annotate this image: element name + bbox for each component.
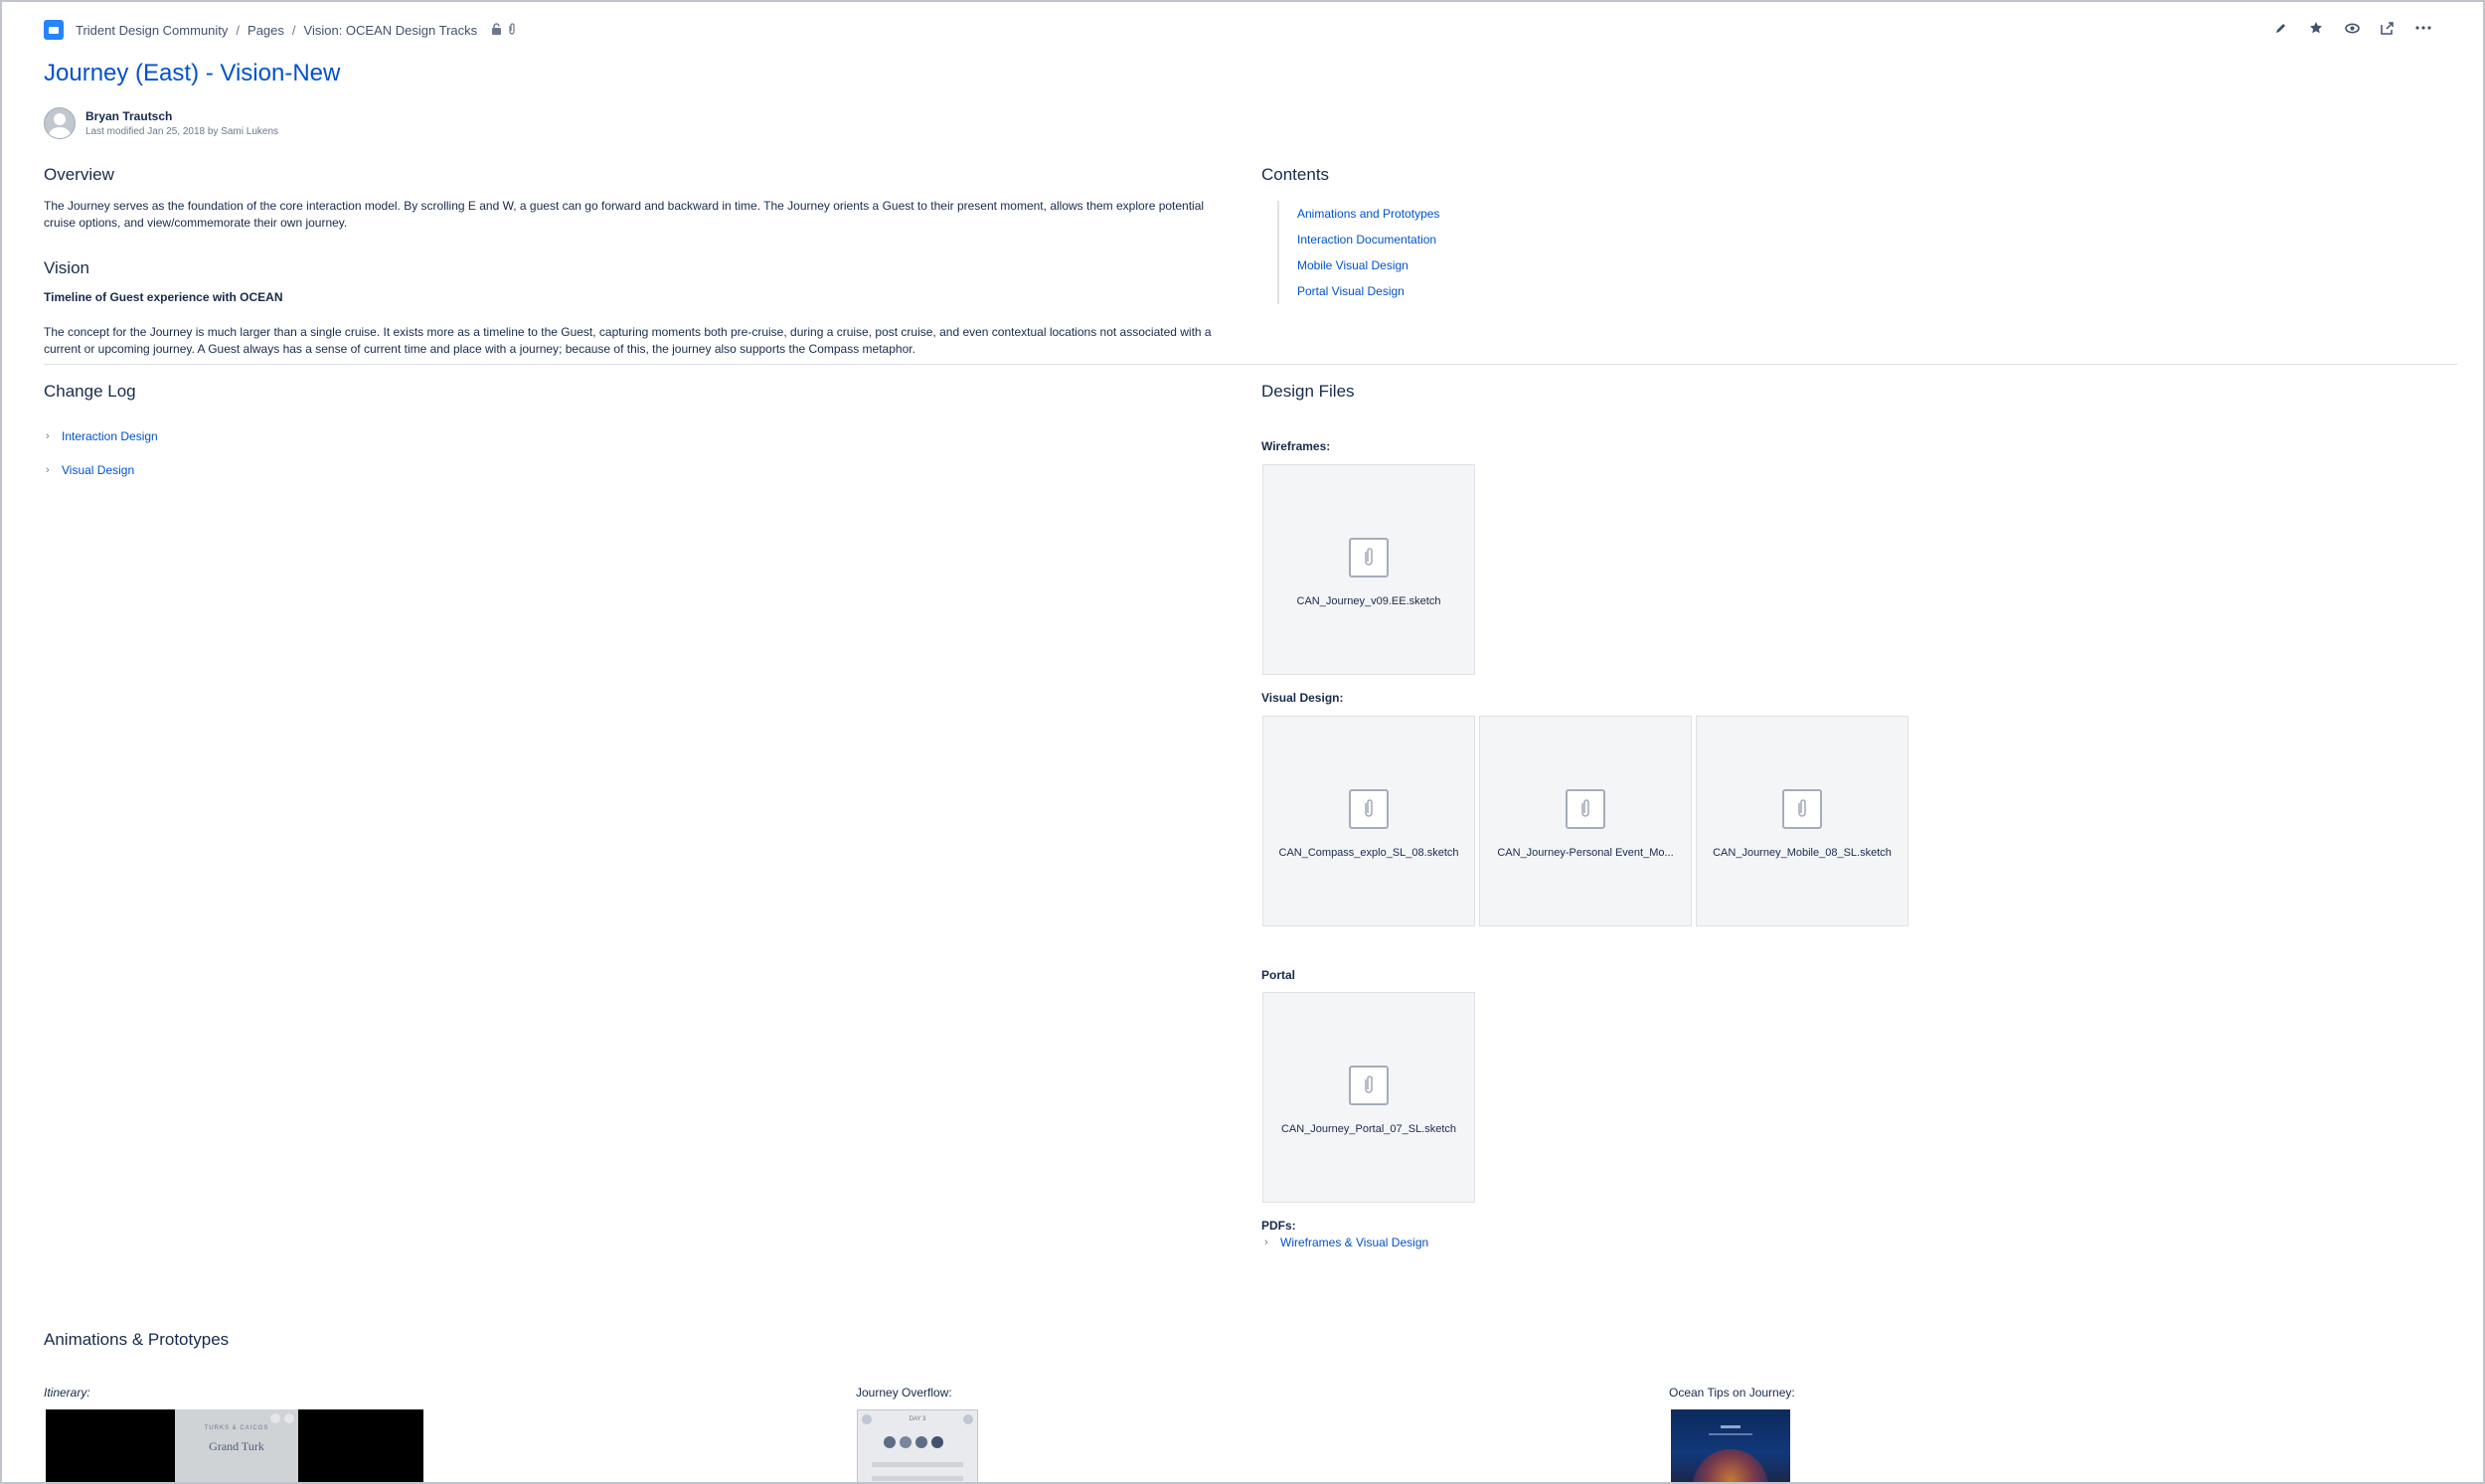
itinerary-label: Itinerary:	[44, 1386, 90, 1400]
paperclip-icon	[1349, 789, 1389, 829]
file-name: CAN_Journey_Mobile_08_SL.sketch	[1713, 847, 1892, 859]
page-title: Journey (East) - Vision-New	[44, 60, 341, 86]
expand-interaction-design[interactable]: › Interaction Design	[46, 429, 158, 443]
avatar[interactable]	[44, 107, 76, 139]
section-divider	[44, 364, 2457, 365]
tips-video-thumbnail[interactable]	[1671, 1409, 1790, 1482]
thumb-row	[872, 1462, 963, 1467]
changelog-heading: Change Log	[44, 382, 136, 401]
table-of-contents: Animations and Prototypes Interaction Do…	[1277, 201, 1439, 304]
author-name[interactable]: Bryan Trautsch	[85, 109, 278, 123]
share-icon[interactable]	[2378, 18, 2398, 38]
file-name: CAN_Journey_Portal_07_SL.sketch	[1280, 1123, 1457, 1135]
file-name: CAN_Journey_v09.EE.sketch	[1296, 595, 1441, 607]
file-tile[interactable]: CAN_Compass_explo_SL_08.sketch	[1262, 716, 1475, 926]
thumb-title: Grand Turk	[209, 1439, 264, 1453]
thumb-text	[1709, 1433, 1752, 1435]
thumb-orb	[1693, 1449, 1768, 1482]
chevron-right-icon: ›	[46, 430, 50, 442]
expand-label: Wireframes & Visual Design	[1280, 1236, 1429, 1249]
thumb-avatar	[931, 1436, 943, 1448]
paperclip-icon	[1349, 1066, 1389, 1105]
overview-text: The Journey serves as the foundation of …	[44, 199, 1205, 230]
page-actions	[2270, 18, 2433, 38]
thumb-info-icon	[284, 1413, 294, 1423]
wireframes-label: Wireframes:	[1261, 439, 1331, 453]
visual-design-label: Visual Design:	[1261, 691, 1344, 705]
breadcrumb: Trident Design Community / Pages / Visio…	[44, 18, 516, 42]
byline: Bryan Trautsch Last modified Jan 25, 201…	[44, 107, 278, 139]
thumb-close-icon	[963, 1414, 973, 1424]
thumb-text	[1721, 1425, 1740, 1428]
paperclip-icon	[1566, 789, 1605, 829]
contents-heading: Contents	[1261, 165, 1330, 184]
itinerary-video-thumbnail[interactable]: TURKS & CAICOS Grand Turk	[46, 1409, 423, 1482]
vision-text: The concept for the Journey is much larg…	[44, 325, 1212, 356]
last-modified: Last modified Jan 25, 2018 by Sami Luken…	[85, 126, 279, 137]
chevron-right-icon: ›	[1264, 1237, 1268, 1248]
expand-visual-design[interactable]: › Visual Design	[46, 463, 134, 477]
thumb-avatar	[915, 1436, 927, 1448]
thumb-row	[872, 1476, 963, 1481]
tips-label: Ocean Tips on Journey:	[1669, 1386, 1795, 1400]
vision-heading: Vision	[44, 258, 89, 277]
animations-heading: Animations & Prototypes	[44, 1330, 230, 1349]
file-name: CAN_Compass_explo_SL_08.sketch	[1278, 847, 1459, 859]
breadcrumb-separator: /	[236, 22, 241, 38]
thumb-avatar	[884, 1436, 896, 1448]
file-tile[interactable]: CAN_Journey-Personal Event_Mo...	[1479, 716, 1692, 926]
file-tile[interactable]: CAN_Journey_v09.EE.sketch	[1262, 464, 1475, 675]
expand-label: Visual Design	[62, 463, 135, 477]
design-files-heading: Design Files	[1261, 382, 1355, 401]
attachment-icon[interactable]	[508, 22, 516, 38]
file-tile[interactable]: CAN_Journey_Mobile_08_SL.sketch	[1696, 716, 1908, 926]
chevron-right-icon: ›	[46, 464, 50, 476]
watch-icon[interactable]	[2342, 18, 2362, 38]
breadcrumb-pages[interactable]: Pages	[248, 23, 284, 38]
overflow-label: Journey Overflow:	[856, 1386, 952, 1400]
edit-icon[interactable]	[2270, 18, 2290, 38]
thumb-caption: TURKS & CAICOS	[204, 1425, 269, 1431]
expand-label: Interaction Design	[62, 429, 158, 443]
thumb-caption: DAY 3	[909, 1416, 926, 1422]
toc-item-portal[interactable]: Portal Visual Design	[1297, 278, 1439, 304]
restriction-icon[interactable]	[491, 22, 502, 38]
toc-item-animations[interactable]: Animations and Prototypes	[1297, 201, 1439, 227]
paperclip-icon	[1349, 538, 1389, 577]
thumb-close-icon	[862, 1414, 872, 1424]
video-frame: TURKS & CAICOS Grand Turk	[175, 1409, 298, 1482]
portal-label: Portal	[1261, 968, 1296, 982]
thumb-close-icon	[270, 1413, 280, 1423]
confluence-page: Trident Design Community / Pages / Visio…	[0, 0, 2485, 1484]
overview-heading: Overview	[44, 165, 114, 184]
star-icon[interactable]	[2306, 18, 2326, 38]
space-logo-icon[interactable]	[44, 20, 64, 40]
thumb-avatar	[900, 1436, 911, 1448]
pdfs-label: PDFs:	[1261, 1219, 1296, 1233]
file-tile[interactable]: CAN_Journey_Portal_07_SL.sketch	[1262, 992, 1475, 1203]
more-icon[interactable]	[2413, 18, 2433, 38]
breadcrumb-space[interactable]: Trident Design Community	[76, 23, 228, 38]
toc-item-mobile[interactable]: Mobile Visual Design	[1297, 252, 1439, 278]
breadcrumb-separator: /	[291, 22, 296, 38]
vision-subheading: Timeline of Guest experience with OCEAN	[44, 290, 283, 304]
toc-item-interaction[interactable]: Interaction Documentation	[1297, 227, 1439, 252]
expand-pdf-wireframes[interactable]: › Wireframes & Visual Design	[1264, 1236, 1428, 1249]
file-name: CAN_Journey-Personal Event_Mo...	[1497, 847, 1674, 859]
breadcrumb-parent-page[interactable]: Vision: OCEAN Design Tracks	[304, 23, 478, 38]
paperclip-icon	[1782, 789, 1822, 829]
overflow-video-thumbnail[interactable]: DAY 3	[857, 1409, 978, 1482]
